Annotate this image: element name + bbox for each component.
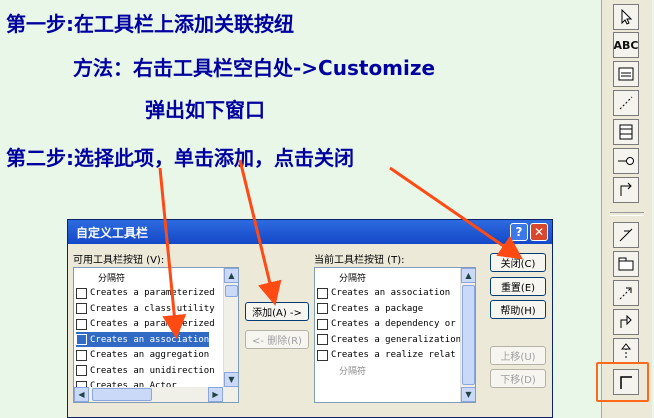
scroll-up-arrow-icon[interactable]: ▲ xyxy=(461,268,475,283)
abc-label: ABC xyxy=(613,38,639,52)
note-icon[interactable] xyxy=(613,61,639,87)
interface-icon[interactable] xyxy=(613,148,639,174)
popup-text: 弹出如下窗口 xyxy=(145,98,265,122)
available-buttons-label: 可用工具栏按钮 (V): xyxy=(73,255,165,266)
available-list-vscrollbar[interactable]: ▲ ▼ xyxy=(223,268,238,387)
scroll-thumb[interactable] xyxy=(225,285,238,297)
toolbar-separator xyxy=(610,212,644,216)
move-down-button[interactable]: 下移(D) xyxy=(490,369,546,388)
uml-item-icon xyxy=(76,287,87,299)
uml-item-icon xyxy=(317,349,328,361)
dialog-titlebar[interactable]: 自定义工具栏 ? ✕ xyxy=(68,220,552,244)
uml-vertical-toolbar: ABC xyxy=(601,0,652,418)
available-list-hscrollbar[interactable]: ◀ ▶ xyxy=(74,387,238,402)
text-abc-icon[interactable]: ABC xyxy=(613,32,639,58)
uml-item-icon xyxy=(76,349,87,361)
list-item-label: Creates a class utility xyxy=(90,303,215,314)
unidirectional-association-icon[interactable] xyxy=(613,177,639,203)
list-item-label: Creates an association xyxy=(90,334,210,345)
current-list-vscrollbar[interactable]: ▲ ▼ xyxy=(460,268,475,402)
add-button[interactable]: 添加(A) -> xyxy=(245,302,309,321)
remove-button[interactable]: <- 删除(R) xyxy=(245,330,309,349)
available-buttons-list[interactable]: 分隔符 Creates a parameterized Creates a clas… xyxy=(73,267,239,403)
list-item-label: Creates a package xyxy=(331,303,424,314)
list-item-label: Creates a generalization xyxy=(331,334,462,345)
class-icon[interactable] xyxy=(613,119,639,145)
titlebar-help-button[interactable]: ? xyxy=(510,223,528,241)
scroll-right-arrow-icon[interactable]: ▶ xyxy=(208,387,223,402)
association-icon[interactable] xyxy=(613,222,639,248)
scroll-thumb[interactable] xyxy=(462,285,475,385)
list-item-label: 分隔符 xyxy=(339,274,367,284)
realize-icon[interactable] xyxy=(613,338,639,364)
anchor-line-icon[interactable] xyxy=(613,90,639,116)
list-item-label: Creates an unidirection xyxy=(90,365,215,376)
titlebar-close-button[interactable]: ✕ xyxy=(530,223,548,241)
list-item[interactable]: Creates an association xyxy=(317,286,450,301)
list-item[interactable]: 分隔符 xyxy=(317,363,366,378)
list-item-label: Creates a parameterized xyxy=(90,288,215,298)
customize-toolbar-dialog: 自定义工具栏 ? ✕ 可用工具栏按钮 (V): 当前工具栏按钮 (T): 分隔符… xyxy=(67,219,553,418)
current-buttons-list[interactable]: 分隔符 Creates an association Creates a packa… xyxy=(314,267,476,403)
scroll-down-arrow-icon[interactable]: ▼ xyxy=(461,387,475,402)
list-item[interactable]: 分隔符 xyxy=(317,270,366,285)
list-item[interactable]: Creates a parameterized xyxy=(76,317,215,332)
selection-arrow-icon[interactable] xyxy=(613,4,639,30)
list-item[interactable]: Creates a realize relat xyxy=(317,348,456,363)
list-item[interactable]: Creates an aggregation xyxy=(76,348,209,363)
scroll-down-arrow-icon[interactable]: ▼ xyxy=(224,372,238,387)
current-buttons-label: 当前工具栏按钮 (T): xyxy=(314,255,405,266)
list-item[interactable]: Creates a class utility xyxy=(76,301,215,316)
list-item[interactable]: Creates an unidirection xyxy=(76,363,215,378)
list-item-label: Creates a realize relat xyxy=(331,350,456,360)
list-item[interactable]: Creates a dependency or xyxy=(317,317,456,332)
list-item-label: Creates an aggregation xyxy=(90,350,210,360)
list-item[interactable]: Creates a parameterized xyxy=(76,286,215,301)
list-item[interactable]: Creates a generalization xyxy=(317,332,461,347)
uml-item-icon xyxy=(317,303,328,314)
step2-text: 第二步:选择此项，单击添加，点击关闭 xyxy=(6,146,354,170)
uml-item-icon xyxy=(317,318,328,330)
generalization-icon[interactable] xyxy=(613,309,639,335)
dialog-title: 自定义工具栏 xyxy=(76,226,149,240)
uml-item-icon xyxy=(76,365,87,376)
uml-item-icon xyxy=(76,318,87,330)
list-item-label: Creates a parameterized xyxy=(90,319,215,329)
list-item-label: Creates an association xyxy=(331,288,451,298)
help-button[interactable]: 帮助(H) xyxy=(490,300,546,319)
uml-item-icon xyxy=(76,334,87,345)
uml-item-icon xyxy=(317,334,328,345)
new-button-highlight xyxy=(596,362,649,402)
list-item-label: Creates a dependency or xyxy=(331,319,456,329)
list-item-label: 分隔符 xyxy=(339,367,367,377)
list-item-label: 分隔符 xyxy=(98,274,126,284)
close-button[interactable]: 关闭(C) xyxy=(490,253,546,272)
step1-text: 第一步:在工具栏上添加关联按纽 xyxy=(6,12,294,36)
reset-button[interactable]: 重置(E) xyxy=(490,277,546,296)
uml-item-icon xyxy=(76,303,87,314)
hscroll-thumb[interactable] xyxy=(92,388,152,401)
list-item[interactable]: Creates an association xyxy=(76,332,210,347)
list-item[interactable]: 分隔符 xyxy=(76,270,125,285)
move-up-button[interactable]: 上移(U) xyxy=(490,346,546,365)
dependency-icon[interactable] xyxy=(613,280,639,306)
method-text: 方法：右击工具栏空白处->Customize xyxy=(73,56,436,80)
list-item[interactable]: Creates a package xyxy=(317,301,423,316)
package-icon[interactable] xyxy=(613,251,639,277)
scroll-up-arrow-icon[interactable]: ▲ xyxy=(224,268,238,283)
scroll-left-arrow-icon[interactable]: ◀ xyxy=(74,387,89,402)
uml-item-icon xyxy=(317,287,328,299)
